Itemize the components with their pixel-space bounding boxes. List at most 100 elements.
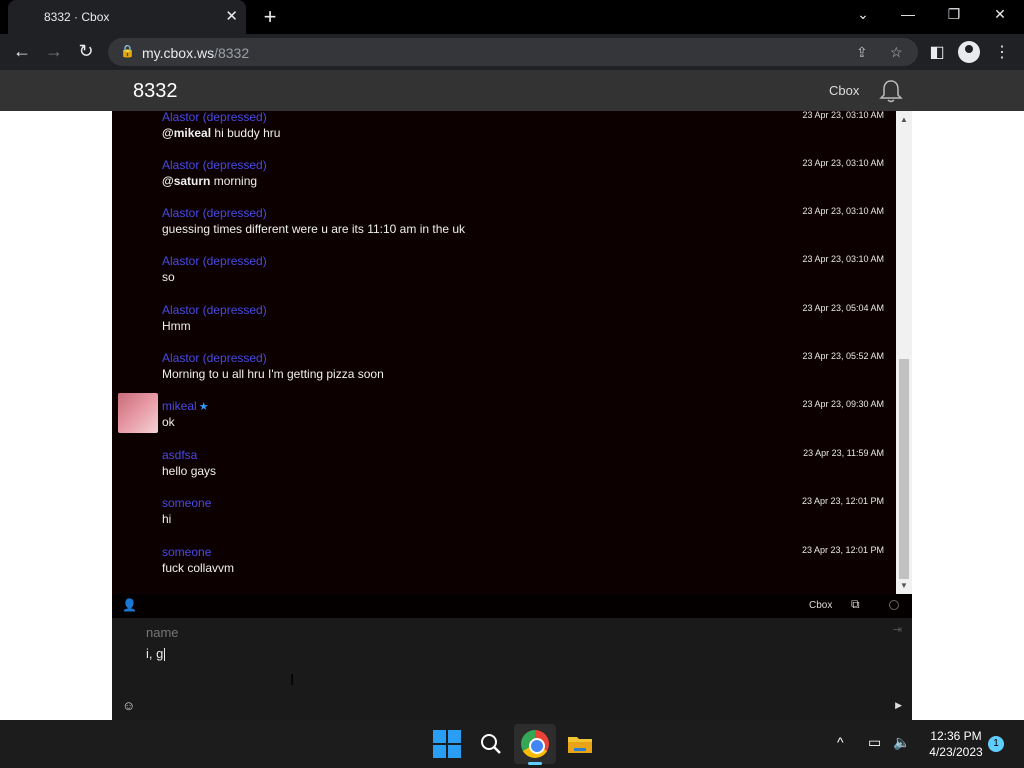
browser-toolbar: ← → ↻ 🔒 my.cbox.ws/8332 ⇪ ☆ ◧ ⋮ bbox=[0, 34, 1024, 70]
message-author[interactable]: mikeal ★ bbox=[162, 399, 209, 413]
side-panel-icon[interactable]: ◧ bbox=[926, 42, 948, 62]
close-tab-icon[interactable]: ✕ bbox=[225, 7, 238, 25]
message-text: so bbox=[162, 270, 175, 284]
list-item: someone 23 Apr 23, 12:01 PM hi bbox=[112, 496, 896, 544]
message-author[interactable]: Alastor (depressed) bbox=[162, 351, 267, 365]
list-item: Alastor (depressed) 23 Apr 23, 03:10 AM … bbox=[112, 111, 896, 158]
taskbar-clock[interactable]: 12:36 PM 4/23/2023 bbox=[920, 728, 992, 760]
message-time: 23 Apr 23, 05:04 AM bbox=[802, 303, 884, 313]
message-body: hi buddy hru bbox=[211, 126, 281, 140]
message-mention[interactable]: @saturn bbox=[162, 174, 210, 188]
message-text: fuck collavvm bbox=[162, 561, 235, 575]
tab-title: 8332 · Cbox bbox=[44, 10, 110, 24]
active-app-indicator bbox=[528, 762, 542, 765]
network-icon[interactable]: ▭ bbox=[868, 734, 881, 751]
message-time: 23 Apr 23, 03:10 AM bbox=[802, 111, 884, 120]
restore-icon[interactable]: ❐ bbox=[944, 6, 964, 23]
message-time: 23 Apr 23, 11:59 AM bbox=[803, 448, 884, 458]
lock-icon[interactable]: 🔒 bbox=[120, 44, 135, 58]
message-author[interactable]: Alastor (depressed) bbox=[162, 158, 267, 172]
message-author[interactable]: Alastor (depressed) bbox=[162, 303, 267, 317]
reload-icon[interactable]: ↻ bbox=[75, 41, 97, 62]
message-text: guessing times different were u are its … bbox=[162, 222, 466, 236]
author-name: mikeal bbox=[162, 399, 197, 413]
chat-footer-bar: 👤 Cbox ⧉ bbox=[112, 594, 912, 618]
forward-arrow-icon[interactable]: → bbox=[43, 41, 65, 62]
login-icon[interactable]: ⇥ bbox=[893, 623, 902, 636]
chat-message-list[interactable]: Alastor (depressed) 23 Apr 23, 03:10 AM … bbox=[112, 111, 912, 594]
search-icon[interactable] bbox=[477, 730, 505, 758]
user-icon[interactable]: 👤 bbox=[122, 598, 137, 612]
browser-menu-icon[interactable]: ⋮ bbox=[991, 42, 1013, 62]
share-icon[interactable]: ⇪ bbox=[856, 44, 868, 61]
scroll-thumb[interactable] bbox=[899, 359, 909, 579]
message-author[interactable]: Alastor (depressed) bbox=[162, 111, 267, 124]
message-time: 23 Apr 23, 09:30 AM bbox=[802, 399, 884, 409]
name-input[interactable] bbox=[146, 622, 876, 642]
list-item: Alastor (depressed) 23 Apr 23, 05:52 AM … bbox=[112, 351, 896, 399]
cbox-brand-link[interactable]: Cbox bbox=[829, 83, 859, 98]
url-text: my.cbox.ws/8332 bbox=[142, 45, 249, 61]
notification-badge[interactable]: 1 bbox=[988, 736, 1004, 752]
browser-tab[interactable]: 8332 · Cbox ✕ bbox=[8, 0, 246, 34]
message-time: 23 Apr 23, 05:52 AM bbox=[802, 351, 884, 361]
message-time: 23 Apr 23, 03:10 AM bbox=[802, 158, 884, 168]
avatar[interactable] bbox=[118, 393, 158, 433]
file-explorer-icon[interactable] bbox=[566, 730, 594, 758]
message-text: Morning to u all hru I'm getting pizza s… bbox=[162, 367, 384, 381]
message-author[interactable]: someone bbox=[162, 496, 211, 510]
volume-icon[interactable]: 🔈 bbox=[893, 734, 910, 751]
browser-tab-strip: 8332 · Cbox ✕ + ⌄ — ❐ ✕ bbox=[0, 0, 1024, 34]
message-body: morning bbox=[210, 174, 258, 188]
bell-icon[interactable] bbox=[878, 78, 904, 104]
message-text: @saturn morning bbox=[162, 174, 257, 188]
message-author[interactable]: Alastor (depressed) bbox=[162, 254, 267, 268]
message-text: @mikeal hi buddy hru bbox=[162, 126, 280, 140]
bookmark-star-icon[interactable]: ☆ bbox=[890, 44, 903, 61]
list-item: Alastor (depressed) 23 Apr 23, 03:10 AM … bbox=[112, 206, 896, 254]
message-input[interactable]: i, g bbox=[146, 644, 876, 704]
scroll-up-icon[interactable]: ▲ bbox=[899, 115, 909, 124]
message-text: Hmm bbox=[162, 319, 191, 333]
send-arrow-icon[interactable]: ▶ bbox=[895, 700, 902, 711]
page-title: 8332 bbox=[133, 80, 178, 102]
popout-icon[interactable]: ⧉ bbox=[851, 597, 860, 612]
message-time: 23 Apr 23, 12:01 PM bbox=[801, 496, 884, 506]
message-author[interactable]: Alastor (depressed) bbox=[162, 206, 267, 220]
message-author[interactable]: someone bbox=[162, 545, 211, 559]
text-caret bbox=[164, 648, 166, 662]
refresh-status-icon bbox=[889, 600, 899, 610]
chrome-icon[interactable] bbox=[521, 730, 549, 758]
compose-area: ⇥ i, g ☺ ▶ bbox=[112, 618, 912, 720]
back-arrow-icon[interactable]: ← bbox=[11, 41, 33, 62]
message-input-value: i, g bbox=[146, 646, 164, 661]
cbox-footer-link[interactable]: Cbox bbox=[809, 600, 832, 611]
new-tab-icon[interactable]: + bbox=[260, 4, 280, 30]
clock-date: 4/23/2023 bbox=[929, 745, 983, 759]
profile-icon[interactable] bbox=[958, 41, 980, 63]
list-item: Alastor (depressed) 23 Apr 23, 05:04 AM … bbox=[112, 303, 896, 351]
window-close-icon[interactable]: ✕ bbox=[990, 6, 1010, 23]
list-item: mikeal ★ 23 Apr 23, 09:30 AM ok bbox=[112, 393, 896, 447]
message-author[interactable]: asdfsa bbox=[162, 448, 197, 462]
message-text: hi bbox=[162, 512, 172, 526]
address-bar[interactable]: 🔒 my.cbox.ws/8332 ⇪ ☆ bbox=[108, 38, 918, 66]
list-item: someone 23 Apr 23, 12:01 PM fuck collavv… bbox=[112, 545, 896, 593]
list-item: Alastor (depressed) 23 Apr 23, 03:10 AM … bbox=[112, 254, 896, 302]
mouse-ibeam-cursor-icon: I bbox=[290, 672, 295, 689]
show-hidden-icons-chevron-icon[interactable]: ^ bbox=[837, 734, 844, 750]
message-mention[interactable]: @mikeal bbox=[162, 126, 211, 140]
windows-start-icon[interactable] bbox=[433, 730, 461, 758]
minimize-icon[interactable]: — bbox=[898, 6, 918, 22]
message-text: ok bbox=[162, 415, 175, 429]
emoji-icon[interactable]: ☺ bbox=[122, 698, 135, 713]
tab-search-chevron-icon[interactable]: ⌄ bbox=[853, 6, 873, 23]
scroll-down-icon[interactable]: ▼ bbox=[899, 581, 909, 590]
url-host: my.cbox.ws bbox=[142, 45, 215, 61]
list-item: asdfsa 23 Apr 23, 11:59 AM hello gays bbox=[112, 448, 896, 496]
chat-scrollbar[interactable]: ▲ ▼ bbox=[896, 111, 912, 594]
message-time: 23 Apr 23, 03:10 AM bbox=[802, 254, 884, 264]
message-time: 23 Apr 23, 12:01 PM bbox=[801, 545, 884, 555]
web-page: 8332 Cbox Alastor (depressed) 23 Apr 23,… bbox=[0, 70, 1024, 720]
url-path: /8332 bbox=[214, 45, 250, 61]
